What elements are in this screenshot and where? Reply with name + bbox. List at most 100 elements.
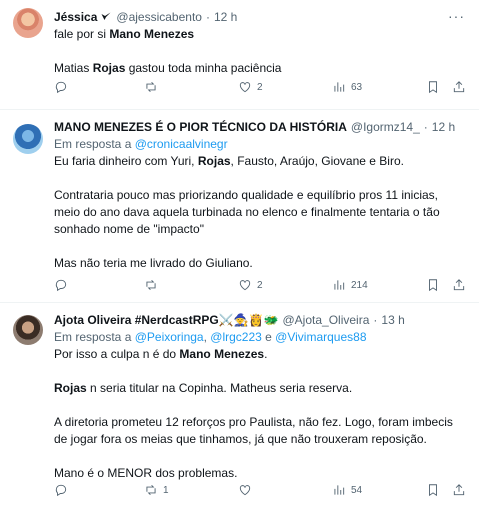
tweet-line: Mano é o MENOR dos problemas. — [54, 465, 467, 482]
more-icon[interactable]: ··· — [448, 8, 465, 24]
bookmark-icon[interactable] — [426, 278, 440, 292]
author-handle[interactable]: @ajessicabento — [116, 10, 202, 24]
reply-icon[interactable] — [54, 80, 68, 94]
tweet-actions: 2 63 — [54, 78, 466, 96]
views-button[interactable]: 54 — [332, 481, 362, 499]
likes-count: 2 — [257, 81, 263, 93]
tweet-actions: 1 54 — [54, 481, 466, 499]
like-button[interactable] — [238, 481, 257, 499]
text-segment: Eu faria dinheiro com Yuri, — [54, 154, 198, 168]
reply-button[interactable] — [54, 276, 73, 294]
share-button[interactable] — [452, 78, 466, 96]
tweet-actions: 2 214 — [54, 276, 466, 294]
avatar[interactable] — [13, 315, 43, 345]
tweet-line: Matias Rojas gastou toda minha paciência — [54, 60, 467, 77]
text-segment: . — [264, 347, 268, 361]
tweet-text: Em resposta a @Peixoringa, @lrgc223 e @V… — [54, 329, 467, 482]
views-button[interactable]: 63 — [332, 78, 362, 96]
reply-icon[interactable] — [54, 278, 68, 292]
retweet-button[interactable]: 1 — [144, 481, 169, 499]
bookmark-icon[interactable] — [426, 483, 440, 497]
highlighted-term: Rojas — [54, 381, 87, 395]
tweet-time[interactable]: 13 h — [381, 313, 404, 327]
tweet-line: fale por si Mano Menezes — [54, 26, 467, 43]
author-name[interactable]: Jéssica — [54, 10, 97, 24]
highlighted-term: Rojas — [92, 61, 126, 75]
retweets-count: 1 — [163, 484, 169, 496]
retweet-button[interactable] — [144, 276, 163, 294]
author-handle[interactable]: @Igormz14_ — [351, 120, 420, 134]
views-count: 63 — [351, 81, 363, 93]
tweet-line: Mas não teria me livrado do Giuliano. — [54, 255, 467, 272]
text-segment: Mano é o MENOR dos problemas. — [54, 466, 238, 480]
text-segment: de jogar fora os meias que tinhamos, já … — [54, 432, 427, 446]
share-icon[interactable] — [452, 483, 466, 497]
tweet-line: Rojas n seria titular na Copinha. Matheu… — [54, 380, 467, 397]
views-icon[interactable] — [332, 80, 346, 94]
reply-button[interactable] — [54, 481, 73, 499]
tweet-line: de jogar fora os meias que tinhamos, já … — [54, 431, 467, 448]
bookmark-icon[interactable] — [426, 80, 440, 94]
views-icon[interactable] — [332, 278, 346, 292]
like-button[interactable]: 2 — [238, 78, 263, 96]
views-count: 214 — [351, 279, 368, 291]
views-icon[interactable] — [332, 483, 346, 497]
retweet-icon[interactable] — [144, 80, 158, 94]
like-icon[interactable] — [238, 483, 252, 497]
like-icon[interactable] — [238, 80, 252, 94]
tweet-2[interactable]: MANO MENEZES É O PIOR TÉCNICO DA HISTÓRI… — [0, 110, 479, 303]
tweet-1[interactable]: Jéssica @ajessicabento · 12 h ··· fale p… — [0, 0, 479, 110]
tweet-3[interactable]: Ajota Oliveira #NerdcastRPG⚔️🧙👸🐲 @Ajota_… — [0, 303, 479, 509]
tweet-line — [54, 238, 467, 255]
author-name[interactable]: Ajota Oliveira #NerdcastRPG⚔️🧙👸🐲 — [54, 313, 279, 327]
reply-button[interactable] — [54, 78, 73, 96]
reply-context: Em resposta a @cronicaalvinegr — [54, 136, 467, 153]
tweet-text: fale por si Mano Menezes Matias Rojas ga… — [54, 26, 467, 77]
tweet-line — [54, 43, 467, 60]
share-button[interactable] — [452, 276, 466, 294]
text-segment: Mas não teria me livrado do Giuliano. — [54, 256, 253, 270]
tweet-text: Em resposta a @cronicaalvinegr Eu faria d… — [54, 136, 467, 272]
retweet-icon[interactable] — [144, 483, 158, 497]
tweet-time[interactable]: 12 h — [214, 10, 237, 24]
tweet-line — [54, 170, 467, 187]
likes-count: 2 — [257, 279, 263, 291]
reply-context: Em resposta a @Peixoringa, @lrgc223 e @V… — [54, 329, 467, 346]
text-segment: A diretoria prometeu 12 reforços pro Pau… — [54, 415, 453, 429]
avatar[interactable] — [13, 8, 43, 38]
views-button[interactable]: 214 — [332, 276, 368, 294]
tweet-time[interactable]: 12 h — [432, 120, 455, 134]
separator-dot: · — [423, 120, 428, 134]
reply-icon[interactable] — [54, 483, 68, 497]
share-icon[interactable] — [452, 80, 466, 94]
highlighted-term: Mano Menezes — [179, 347, 265, 361]
separator-dot: · — [205, 10, 210, 24]
author-handle[interactable]: @Ajota_Oliveira — [283, 313, 370, 327]
mention-link[interactable]: @Vivimarques88 — [275, 330, 366, 344]
text-segment: n seria titular na Copinha. Matheus seri… — [86, 381, 353, 395]
author-name[interactable]: MANO MENEZES É O PIOR TÉCNICO DA HISTÓRI… — [54, 120, 347, 134]
share-icon[interactable] — [452, 278, 466, 292]
highlighted-term: Rojas — [197, 154, 231, 168]
bookmark-button[interactable] — [426, 78, 440, 96]
retweet-button[interactable] — [144, 78, 163, 96]
mention-link[interactable]: @Peixoringa — [135, 330, 204, 344]
highlighted-term: Mano Menezes — [109, 27, 195, 41]
tweet-line — [54, 397, 467, 414]
share-button[interactable] — [452, 481, 466, 499]
like-button[interactable]: 2 — [238, 276, 263, 294]
bookmark-button[interactable] — [426, 481, 440, 499]
tweet-header: Jéssica @ajessicabento · 12 h — [54, 8, 237, 26]
tweet-line: meio do ano dava aquela turbinada no ele… — [54, 204, 467, 221]
text-segment: meio do ano dava aquela turbinada no ele… — [54, 205, 440, 219]
avatar[interactable] — [13, 124, 43, 154]
like-icon[interactable] — [238, 278, 252, 292]
text-segment: gastou toda minha paciência — [125, 61, 282, 75]
mention-link[interactable]: @lrgc223 — [210, 330, 262, 344]
reply-context-label: Em resposta a — [54, 137, 135, 151]
tweet-header: MANO MENEZES É O PIOR TÉCNICO DA HISTÓRI… — [54, 118, 455, 136]
text-segment: sonhado nome de "impacto" — [54, 222, 204, 236]
mention-link[interactable]: @cronicaalvinegr — [135, 137, 228, 151]
retweet-icon[interactable] — [144, 278, 158, 292]
bookmark-button[interactable] — [426, 276, 440, 294]
